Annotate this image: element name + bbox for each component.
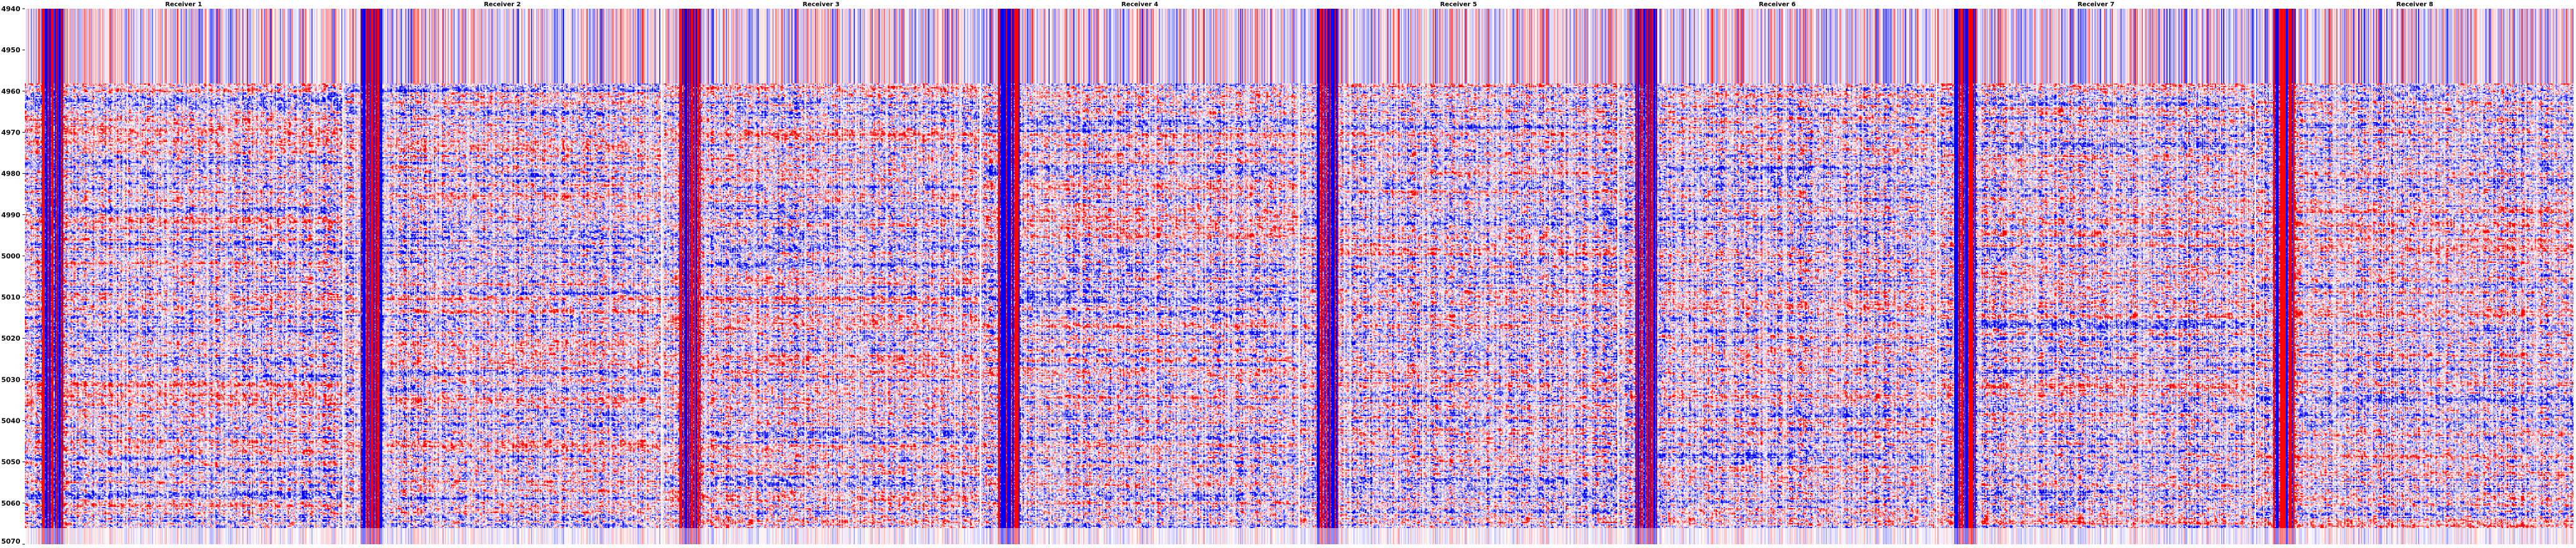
panel-title: Receiver 2: [484, 1, 520, 8]
y-tick-label: 5040: [1, 417, 21, 425]
seismic-receiver-chart: Receiver 1 Receiver 2 Receiver 3 Receiver 4…: [0, 0, 2576, 546]
panel-title: Receiver 4: [1121, 1, 1158, 8]
receiver-panel: Receiver 3: [662, 1, 980, 544]
y-tick-label: 5020: [1, 334, 21, 342]
panel-title: Receiver 5: [1440, 1, 1477, 8]
y-tick-label: 4950: [1, 46, 21, 54]
receiver-panel: Receiver 2: [344, 1, 661, 544]
y-tick-label: 4960: [1, 87, 21, 95]
panel-title: Receiver 7: [2077, 1, 2114, 8]
chart-svg: Receiver 1 Receiver 2 Receiver 3 Receiver 4…: [1, 1, 2574, 546]
y-tick-label: 4970: [1, 128, 21, 136]
receiver-heatmap: [1937, 9, 2255, 544]
y-tick-label: 5000: [1, 252, 21, 260]
receiver-heatmap: [662, 9, 980, 544]
receiver-panel: Receiver 6: [1619, 1, 1936, 544]
receiver-panel: Receiver 7: [1937, 1, 2255, 544]
receiver-panel: Receiver 4: [981, 1, 1299, 544]
receiver-heatmap: [344, 9, 661, 544]
receiver-panel: Receiver 8: [2256, 1, 2574, 544]
panel-title: Receiver 8: [2396, 1, 2433, 8]
receiver-heatmap: [981, 9, 1299, 544]
y-tick-label: 5010: [1, 293, 21, 301]
y-tick-label: 4980: [1, 170, 21, 178]
receiver-panel: Receiver 1: [25, 1, 342, 544]
panel-title: Receiver 6: [1759, 1, 1795, 8]
panel-title: Receiver 1: [165, 1, 202, 8]
y-tick-label: 5030: [1, 376, 21, 384]
receiver-heatmap: [25, 9, 342, 544]
y-tick-label: 5060: [1, 499, 21, 508]
receiver-panel: Receiver 5: [1300, 1, 1617, 544]
y-tick-label: 5070: [1, 537, 21, 546]
receiver-heatmap: [2256, 9, 2574, 544]
y-tick-label: 4940: [1, 5, 21, 13]
y-tick-label: 4990: [1, 211, 21, 219]
panel-title: Receiver 3: [802, 1, 839, 8]
receiver-heatmap: [1300, 9, 1617, 544]
y-tick-label: 5050: [1, 458, 21, 466]
receiver-heatmap: [1619, 9, 1936, 544]
